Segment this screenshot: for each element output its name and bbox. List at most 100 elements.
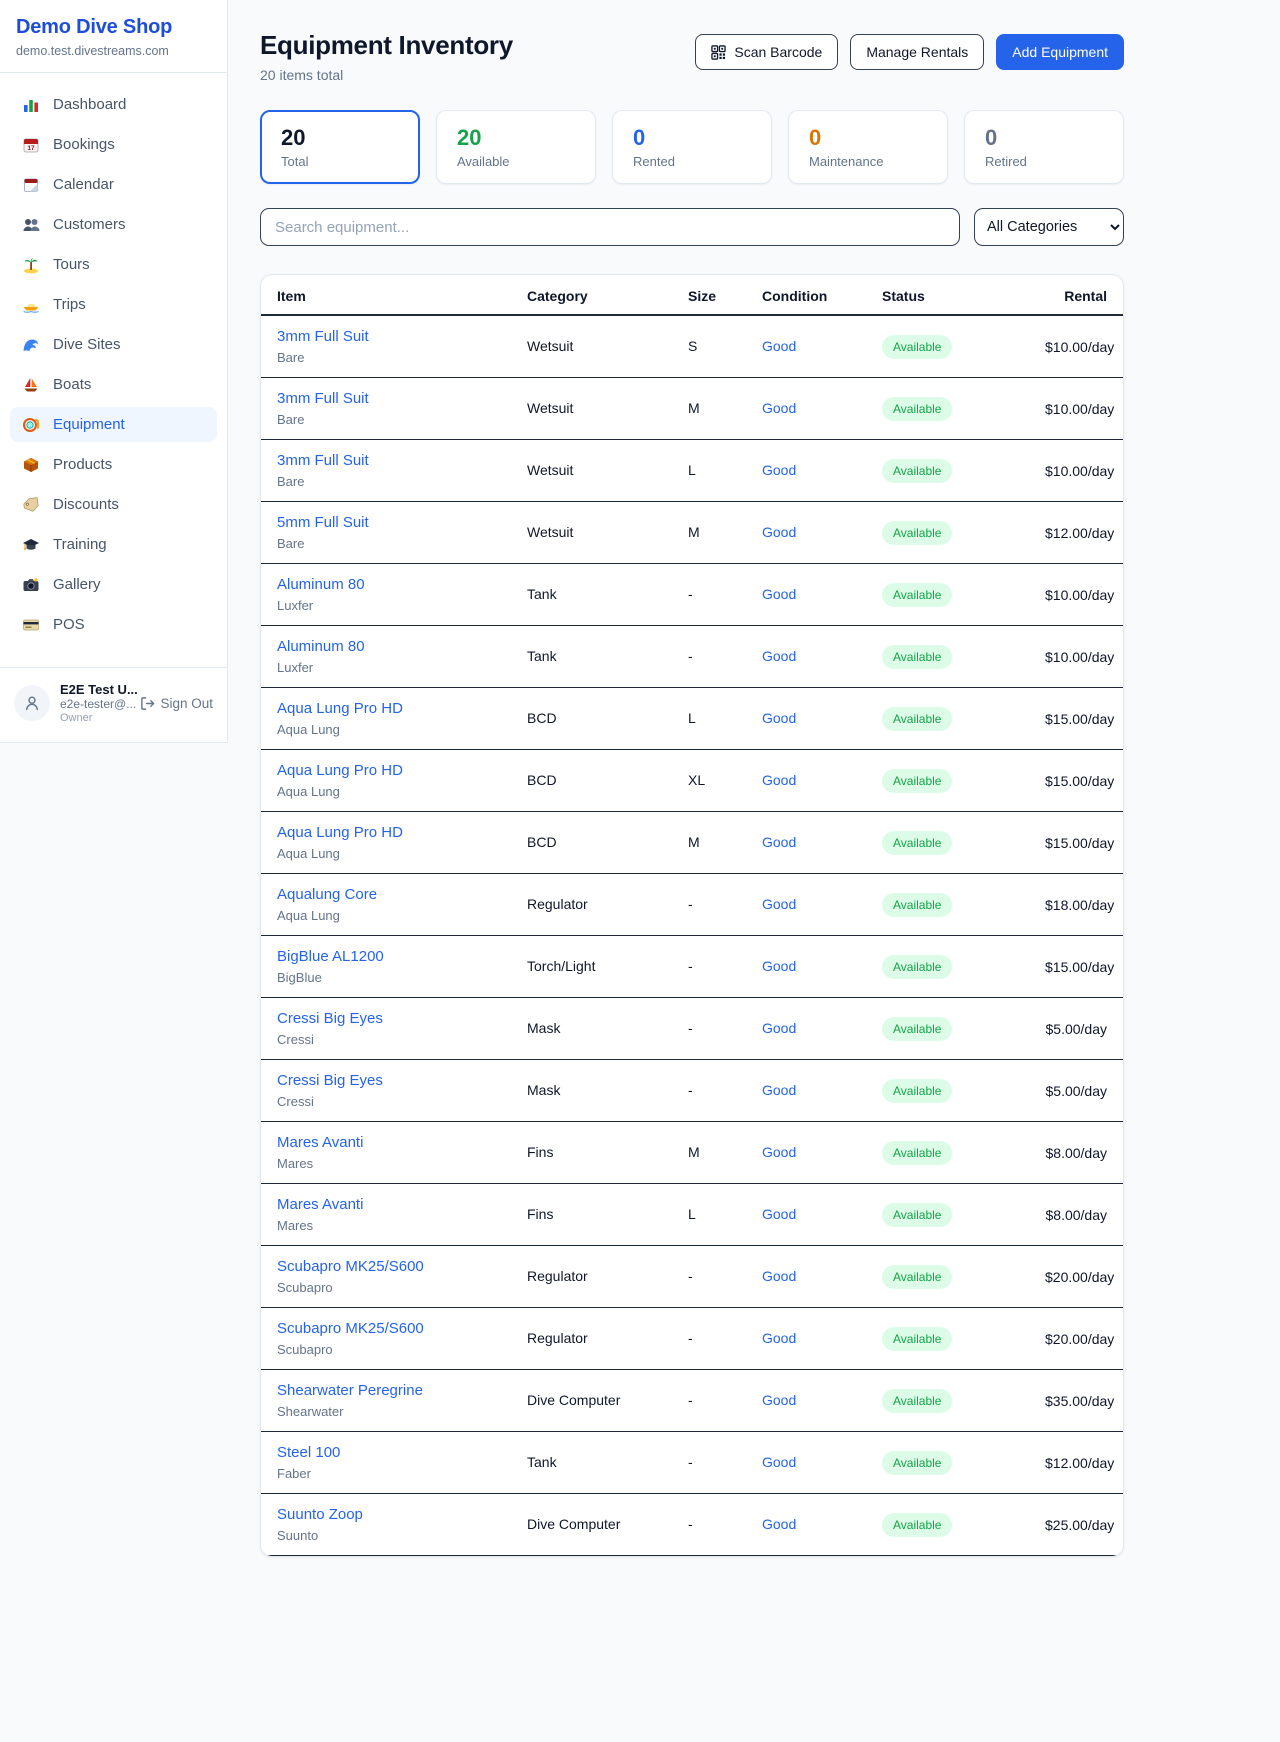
condition-link[interactable]: Good: [762, 896, 796, 912]
table-row: Cressi Big Eyes Cressi Mask - Good Avail…: [261, 998, 1123, 1060]
sidebar-item-boats[interactable]: Boats: [10, 367, 217, 402]
category-select[interactable]: All Categories: [974, 208, 1124, 246]
table-row: Suunto Zoop Suunto Dive Computer - Good …: [261, 1494, 1123, 1556]
status-badge: Available: [882, 893, 952, 917]
add-equipment-button[interactable]: Add Equipment: [996, 34, 1124, 70]
condition-link[interactable]: Good: [762, 1516, 796, 1532]
condition-link[interactable]: Good: [762, 586, 796, 602]
stat-card[interactable]: 20 Available: [436, 110, 596, 184]
stat-label: Available: [457, 154, 575, 169]
condition-link[interactable]: Good: [762, 772, 796, 788]
condition-link[interactable]: Good: [762, 338, 796, 354]
column-header-size: Size: [672, 275, 746, 315]
item-size: -: [688, 896, 693, 912]
item-name-link[interactable]: Aqua Lung Pro HD: [277, 700, 495, 717]
sidebar-item-bookings[interactable]: 17 Bookings: [10, 127, 217, 162]
sidebar-item-customers[interactable]: Customers: [10, 207, 217, 242]
sidebar-item-label: Products: [53, 456, 112, 473]
sidebar-item-label: Discounts: [53, 496, 119, 513]
condition-link[interactable]: Good: [762, 710, 796, 726]
sidebar-item-gallery[interactable]: Gallery: [10, 567, 217, 602]
search-input[interactable]: [260, 208, 960, 246]
sidebar-item-calendar[interactable]: Calendar: [10, 167, 217, 202]
item-name-link[interactable]: Aqualung Core: [277, 886, 495, 903]
sidebar-item-dashboard[interactable]: Dashboard: [10, 87, 217, 122]
condition-link[interactable]: Good: [762, 1020, 796, 1036]
stat-card[interactable]: 0 Maintenance: [788, 110, 948, 184]
item-category: Tank: [527, 648, 557, 664]
item-name-link[interactable]: Shearwater Peregrine: [277, 1382, 495, 1399]
item-category: Regulator: [527, 1330, 588, 1346]
stat-card[interactable]: 0 Rented: [612, 110, 772, 184]
column-header-status: Status: [866, 275, 1029, 315]
rental-price: $10.00/day: [1029, 564, 1123, 626]
rental-price: $12.00/day: [1029, 1432, 1123, 1494]
item-name-link[interactable]: Aqua Lung Pro HD: [277, 824, 495, 841]
stat-card[interactable]: 20 Total: [260, 110, 420, 184]
sidebar-item-label: POS: [53, 616, 85, 633]
logout-icon: [140, 696, 155, 711]
item-brand: Aqua Lung: [277, 722, 495, 737]
rental-price: $15.00/day: [1029, 936, 1123, 998]
item-name-link[interactable]: Mares Avanti: [277, 1196, 495, 1213]
condition-link[interactable]: Good: [762, 1454, 796, 1470]
sidebar-item-label: Trips: [53, 296, 86, 313]
item-category: Wetsuit: [527, 524, 573, 540]
item-name-link[interactable]: Scubapro MK25/S600: [277, 1320, 495, 1337]
rental-price: $8.00/day: [1029, 1184, 1123, 1246]
stat-value: 20: [281, 125, 399, 151]
condition-link[interactable]: Good: [762, 462, 796, 478]
item-brand: Scubapro: [277, 1280, 495, 1295]
item-name-link[interactable]: Mares Avanti: [277, 1134, 495, 1151]
item-name-link[interactable]: 3mm Full Suit: [277, 328, 495, 345]
condition-link[interactable]: Good: [762, 834, 796, 850]
item-name-link[interactable]: BigBlue AL1200: [277, 948, 495, 965]
condition-link[interactable]: Good: [762, 1144, 796, 1160]
item-size: L: [688, 1206, 696, 1222]
item-name-link[interactable]: Scubapro MK25/S600: [277, 1258, 495, 1275]
sidebar-item-label: Bookings: [53, 136, 115, 153]
person-icon: [23, 694, 41, 712]
condition-link[interactable]: Good: [762, 524, 796, 540]
item-name-link[interactable]: Cressi Big Eyes: [277, 1072, 495, 1089]
item-name-link[interactable]: 3mm Full Suit: [277, 452, 495, 469]
condition-link[interactable]: Good: [762, 1268, 796, 1284]
status-badge: Available: [882, 459, 952, 483]
item-name-link[interactable]: Cressi Big Eyes: [277, 1010, 495, 1027]
manage-rentals-button[interactable]: Manage Rentals: [850, 34, 984, 70]
condition-link[interactable]: Good: [762, 1206, 796, 1222]
brand-domain: demo.test.divestreams.com: [16, 44, 211, 58]
condition-link[interactable]: Good: [762, 958, 796, 974]
item-name-link[interactable]: 3mm Full Suit: [277, 390, 495, 407]
sailboat-icon: [22, 376, 40, 394]
table-row: Aqua Lung Pro HD Aqua Lung BCD XL Good A…: [261, 750, 1123, 812]
sidebar-item-training[interactable]: Training: [10, 527, 217, 562]
sidebar-item-pos[interactable]: POS: [10, 607, 217, 642]
sidebar-item-discounts[interactable]: Discounts: [10, 487, 217, 522]
item-name-link[interactable]: Aluminum 80: [277, 638, 495, 655]
table-row: Shearwater Peregrine Shearwater Dive Com…: [261, 1370, 1123, 1432]
condition-link[interactable]: Good: [762, 1082, 796, 1098]
scan-barcode-button[interactable]: Scan Barcode: [695, 34, 838, 70]
sidebar-item-equipment[interactable]: Equipment: [10, 407, 217, 442]
condition-link[interactable]: Good: [762, 1330, 796, 1346]
add-equipment-label: Add Equipment: [1012, 44, 1108, 60]
condition-link[interactable]: Good: [762, 1392, 796, 1408]
sidebar-item-tours[interactable]: Tours: [10, 247, 217, 282]
status-badge: Available: [882, 769, 952, 793]
condition-link[interactable]: Good: [762, 400, 796, 416]
item-name-link[interactable]: Aluminum 80: [277, 576, 495, 593]
sidebar-item-dive-sites[interactable]: Dive Sites: [10, 327, 217, 362]
item-name-link[interactable]: 5mm Full Suit: [277, 514, 495, 531]
stat-label: Total: [281, 154, 399, 169]
condition-link[interactable]: Good: [762, 648, 796, 664]
sign-out-button[interactable]: Sign Out: [140, 696, 213, 711]
sidebar: Demo Dive Shop demo.test.divestreams.com…: [0, 0, 228, 743]
stat-card[interactable]: 0 Retired: [964, 110, 1124, 184]
item-name-link[interactable]: Suunto Zoop: [277, 1506, 495, 1523]
item-name-link[interactable]: Aqua Lung Pro HD: [277, 762, 495, 779]
item-name-link[interactable]: Steel 100: [277, 1444, 495, 1461]
table-row: Scubapro MK25/S600 Scubapro Regulator - …: [261, 1308, 1123, 1370]
sidebar-item-trips[interactable]: Trips: [10, 287, 217, 322]
sidebar-item-products[interactable]: Products: [10, 447, 217, 482]
